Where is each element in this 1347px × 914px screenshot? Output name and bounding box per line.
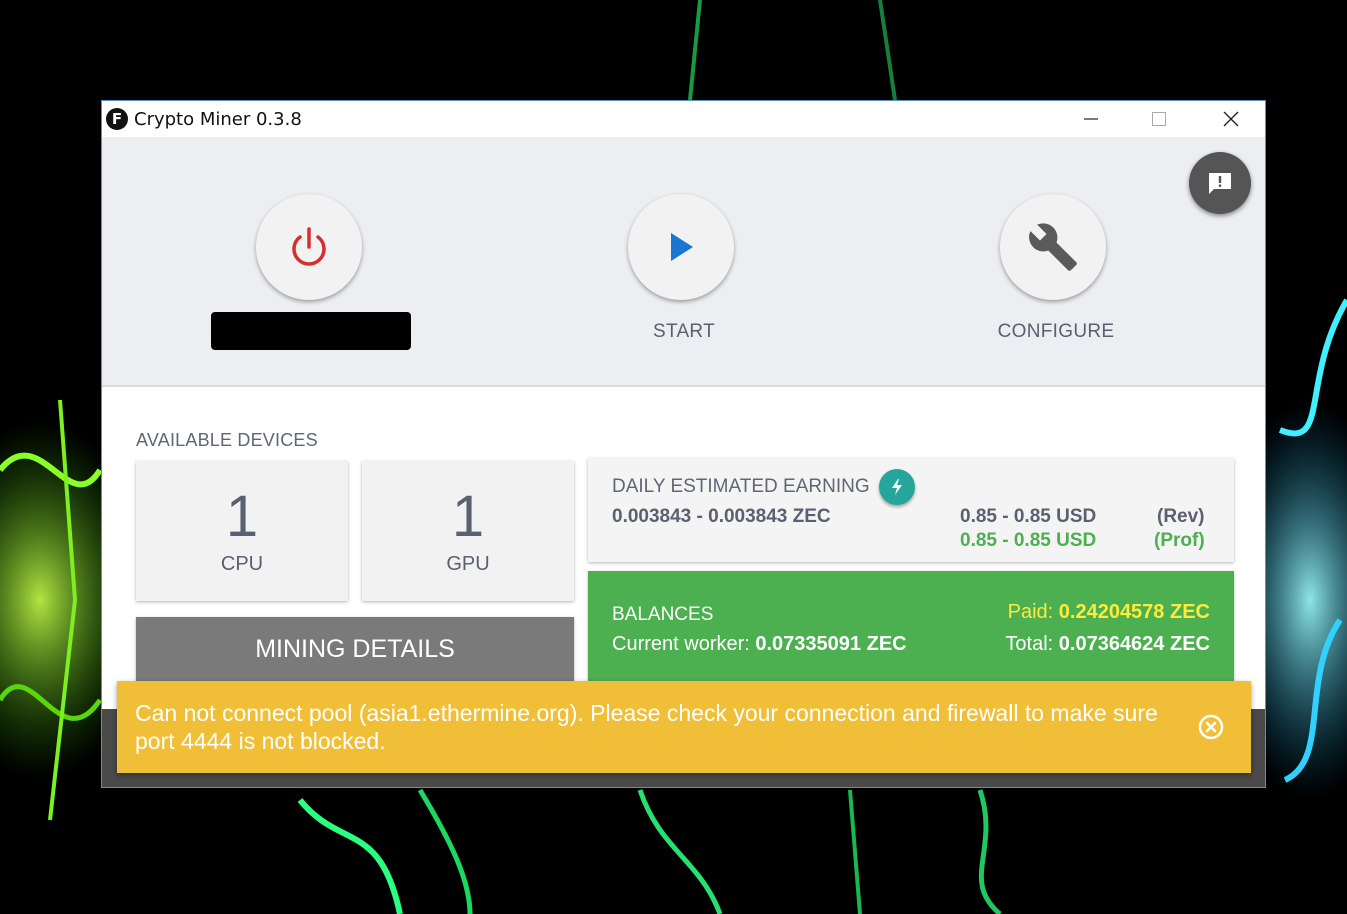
wrench-icon [1029, 223, 1077, 271]
app-logo-icon: F [106, 108, 128, 130]
mining-details-button[interactable]: MINING DETAILS [136, 617, 574, 683]
earning-title: DAILY ESTIMATED EARNING [612, 476, 870, 497]
alert-dismiss-button[interactable] [1198, 714, 1224, 740]
balances-card: BALANCES Current worker: 0.07335091 ZEC … [588, 571, 1234, 681]
minimize-button[interactable] [1068, 101, 1114, 137]
device-card-cpu[interactable]: 1 CPU [136, 461, 348, 601]
configure-label[interactable]: CONFIGURE [956, 321, 1156, 343]
device-card-gpu[interactable]: 1 GPU [362, 461, 574, 601]
minimize-icon [1084, 118, 1098, 120]
feedback-icon [1209, 173, 1231, 194]
paid-label: Paid: [1007, 601, 1054, 623]
current-worker-balance: Current worker: 0.07335091 ZEC [612, 633, 907, 656]
power-button[interactable] [256, 194, 362, 300]
action-toolbar: START CONFIGURE [102, 137, 1265, 387]
paid-balance: Paid: 0.24204578 ZEC [1008, 601, 1210, 624]
revenue-tag: (Rev) [1157, 506, 1205, 527]
title-bar[interactable]: F Crypto Miner 0.3.8 [102, 101, 1265, 137]
current-worker-label: Current worker: [612, 633, 750, 655]
total-value: 0.07364624 ZEC [1058, 633, 1210, 655]
earning-zec-range: 0.003843 - 0.003843 ZEC [612, 506, 831, 527]
current-worker-value: 0.07335091 ZEC [755, 633, 907, 655]
earning-usd-profit: 0.85 - 0.85 USD [960, 530, 1097, 551]
start-label[interactable]: START [584, 321, 784, 343]
play-icon [671, 233, 693, 261]
device-label: CPU [220, 553, 264, 575]
configure-button[interactable] [1000, 194, 1106, 300]
total-label: Total: [1005, 633, 1054, 655]
earning-usd-revenue: 0.85 - 0.85 USD [960, 506, 1097, 527]
close-circle-icon [1198, 714, 1224, 740]
device-label: GPU [446, 553, 490, 575]
feedback-button[interactable] [1189, 152, 1251, 214]
daily-earning-card: DAILY ESTIMATED EARNING 0.003843 - 0.003… [588, 458, 1234, 562]
paid-value: 0.24204578 ZEC [1058, 601, 1210, 623]
device-count: 1 [451, 484, 485, 549]
close-icon [1223, 111, 1239, 127]
lightning-icon [892, 479, 902, 495]
redacted-label [211, 312, 411, 350]
devices-title: AVAILABLE DEVICES [136, 430, 318, 450]
earning-info-button[interactable] [879, 469, 915, 505]
maximize-button[interactable] [1136, 101, 1182, 137]
total-balance: Total: 0.07364624 ZEC [1005, 633, 1210, 656]
profit-tag: (Prof) [1154, 530, 1205, 551]
balances-title: BALANCES [612, 604, 714, 625]
alert-message: Can not connect pool (asia1.ethermine.or… [135, 700, 1158, 754]
maximize-icon [1152, 112, 1166, 126]
device-count: 1 [225, 484, 259, 549]
start-button[interactable] [628, 194, 734, 300]
power-icon [292, 227, 326, 266]
close-button[interactable] [1208, 101, 1254, 137]
window-title: Crypto Miner 0.3.8 [134, 109, 302, 130]
error-alert-banner: Can not connect pool (asia1.ethermine.or… [117, 681, 1251, 773]
